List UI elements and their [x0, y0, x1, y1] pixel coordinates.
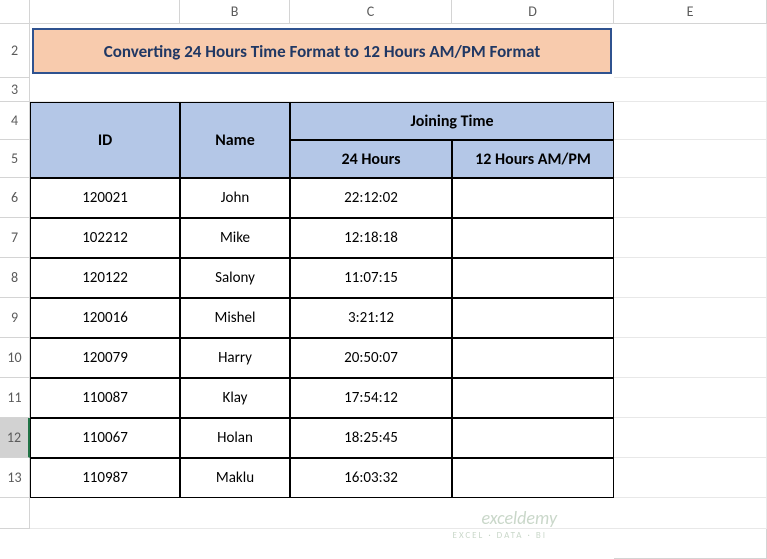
header-12hours[interactable]: 12 Hours AM/PM: [452, 140, 614, 178]
title-cell[interactable]: Converting 24 Hours Time Format to 12 Ho…: [32, 28, 612, 74]
cell-blank[interactable]: [614, 218, 767, 258]
cell-id[interactable]: 110067: [30, 418, 180, 458]
cell-24h[interactable]: 3:21:12: [290, 298, 452, 338]
cell-name[interactable]: Mishel: [180, 298, 290, 338]
row-header-3[interactable]: 3: [0, 78, 30, 102]
cell-12h[interactable]: [452, 258, 614, 298]
cell-id[interactable]: 120021: [30, 178, 180, 218]
cell-12h[interactable]: [452, 178, 614, 218]
cell-blank[interactable]: [614, 102, 767, 140]
col-header-E[interactable]: E: [614, 0, 767, 24]
row-header-6[interactable]: 6: [0, 178, 30, 218]
cell-blank[interactable]: [614, 178, 767, 218]
cell-id[interactable]: 110087: [30, 378, 180, 418]
cell-24h[interactable]: 22:12:02: [290, 178, 452, 218]
cell-12h[interactable]: [452, 338, 614, 378]
cell-24h[interactable]: 18:25:45: [290, 418, 452, 458]
col-header-B[interactable]: B: [180, 0, 290, 24]
cell-24h[interactable]: 20:50:07: [290, 338, 452, 378]
cell-id[interactable]: 120079: [30, 338, 180, 378]
cell-12h[interactable]: [452, 298, 614, 338]
header-id[interactable]: ID: [30, 102, 180, 178]
corner-cell[interactable]: [30, 0, 180, 24]
cell-blank[interactable]: [614, 298, 767, 338]
cell-blank[interactable]: [614, 24, 767, 78]
row-header-13[interactable]: 13: [0, 458, 30, 498]
row-header-2[interactable]: 2: [0, 24, 30, 78]
row-header-8[interactable]: 8: [0, 258, 30, 298]
cell-blank[interactable]: [614, 140, 767, 178]
row-header-12[interactable]: 12: [0, 418, 30, 458]
cell-12h[interactable]: [452, 458, 614, 498]
cell-name[interactable]: Salony: [180, 258, 290, 298]
cell-name[interactable]: Holan: [180, 418, 290, 458]
cell-12h[interactable]: [452, 418, 614, 458]
cell-name[interactable]: Klay: [180, 378, 290, 418]
col-header-A-area[interactable]: [0, 0, 30, 24]
cell-24h[interactable]: 12:18:18: [290, 218, 452, 258]
cell-blank[interactable]: [614, 418, 767, 458]
row-header-10[interactable]: 10: [0, 338, 30, 378]
row-header-5[interactable]: 5: [0, 140, 30, 178]
col-header-extra[interactable]: [614, 529, 767, 559]
cell-24h[interactable]: 17:54:12: [290, 378, 452, 418]
cell-24h[interactable]: 16:03:32: [290, 458, 452, 498]
cell-blank[interactable]: [614, 258, 767, 298]
row-header-7[interactable]: 7: [0, 218, 30, 258]
header-24hours[interactable]: 24 Hours: [290, 140, 452, 178]
col-header-C[interactable]: C: [290, 0, 452, 24]
row-header-14[interactable]: [0, 498, 30, 529]
cell-name[interactable]: Harry: [180, 338, 290, 378]
header-name[interactable]: Name: [180, 102, 290, 178]
cell-blank[interactable]: [614, 458, 767, 498]
cell-name[interactable]: John: [180, 178, 290, 218]
cell-blank[interactable]: [30, 498, 767, 529]
col-header-D[interactable]: D: [452, 0, 614, 24]
cell-name[interactable]: Mike: [180, 218, 290, 258]
cell-id[interactable]: 120122: [30, 258, 180, 298]
cell-12h[interactable]: [452, 378, 614, 418]
row-header-4[interactable]: 4: [0, 102, 30, 140]
cell-id[interactable]: 120016: [30, 298, 180, 338]
cell-blank[interactable]: [614, 338, 767, 378]
row-header-9[interactable]: 9: [0, 298, 30, 338]
cell-name[interactable]: Maklu: [180, 458, 290, 498]
cell-id[interactable]: 110987: [30, 458, 180, 498]
cell-12h[interactable]: [452, 218, 614, 258]
cell-blank[interactable]: [614, 378, 767, 418]
cell-blank[interactable]: [30, 78, 767, 102]
row-header-11[interactable]: 11: [0, 378, 30, 418]
cell-id[interactable]: 102212: [30, 218, 180, 258]
spreadsheet-grid: B C D E 2 Converting 24 Hours Time Forma…: [0, 0, 767, 559]
cell-24h[interactable]: 11:07:15: [290, 258, 452, 298]
header-joining[interactable]: Joining Time: [290, 102, 614, 140]
